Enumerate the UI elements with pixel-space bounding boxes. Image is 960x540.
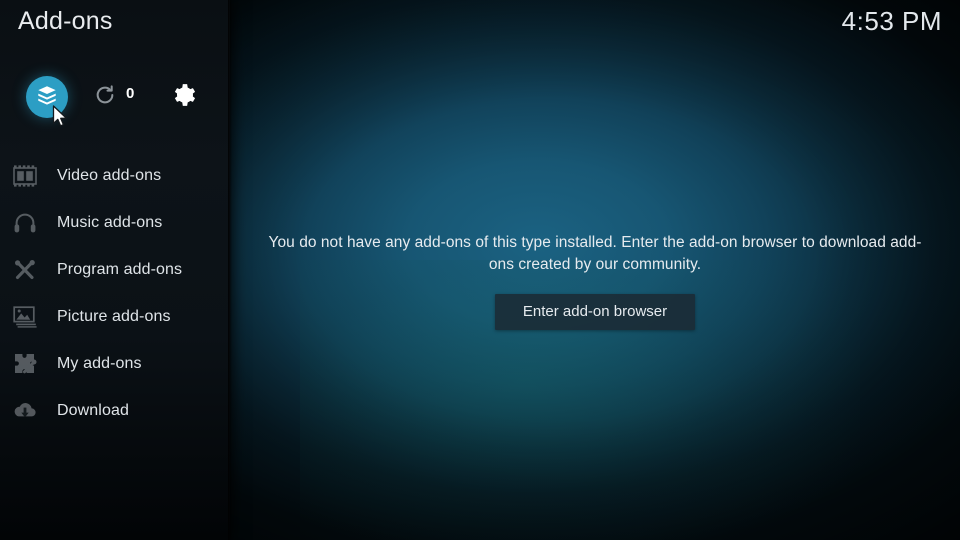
kodi-addons-screen: You do not have any add-ons of this type… xyxy=(0,0,960,540)
headphones-icon xyxy=(10,208,40,238)
sidebar-item-label: My add-ons xyxy=(57,354,142,372)
empty-state-panel: You do not have any add-ons of this type… xyxy=(230,0,960,540)
gear-icon xyxy=(171,82,197,113)
sidebar-item-program-addons[interactable]: Program add-ons xyxy=(0,246,230,293)
sidebar-item-label: Picture add-ons xyxy=(57,307,171,325)
sidebar-menu: Video add-ons Music add-ons Program add-… xyxy=(0,152,230,434)
enter-addon-browser-button[interactable]: Enter add-on browser xyxy=(494,294,696,330)
check-for-updates-button[interactable] xyxy=(92,84,118,110)
puzzle-piece-icon xyxy=(10,349,40,379)
refresh-icon xyxy=(94,84,116,111)
addon-settings-button[interactable] xyxy=(170,83,198,111)
sidebar-item-picture-addons[interactable]: Picture add-ons xyxy=(0,293,230,340)
sidebar-item-download[interactable]: Download xyxy=(0,387,230,434)
empty-state-message: You do not have any add-ons of this type… xyxy=(268,234,922,273)
sidebar-item-label: Program add-ons xyxy=(57,260,183,278)
sidebar-item-my-addons[interactable]: My add-ons xyxy=(0,340,230,387)
sidebar-item-video-addons[interactable]: Video add-ons xyxy=(0,152,230,199)
sidebar-item-label: Video add-ons xyxy=(57,166,162,184)
sidebar-item-music-addons[interactable]: Music add-ons xyxy=(0,199,230,246)
clock: 4:53 PM xyxy=(841,6,942,36)
update-count-badge: 0 xyxy=(126,85,135,102)
sidebar-item-label: Download xyxy=(57,401,129,419)
package-icon xyxy=(35,83,59,112)
film-strip-icon xyxy=(10,161,40,191)
page-title: Add-ons xyxy=(18,7,113,35)
addon-browser-button[interactable] xyxy=(26,76,68,118)
addons-toolbar: 0 xyxy=(0,74,230,122)
tools-icon xyxy=(10,255,40,285)
sidebar-item-label: Music add-ons xyxy=(57,213,163,231)
picture-icon xyxy=(10,302,40,332)
cloud-download-icon xyxy=(10,396,40,426)
